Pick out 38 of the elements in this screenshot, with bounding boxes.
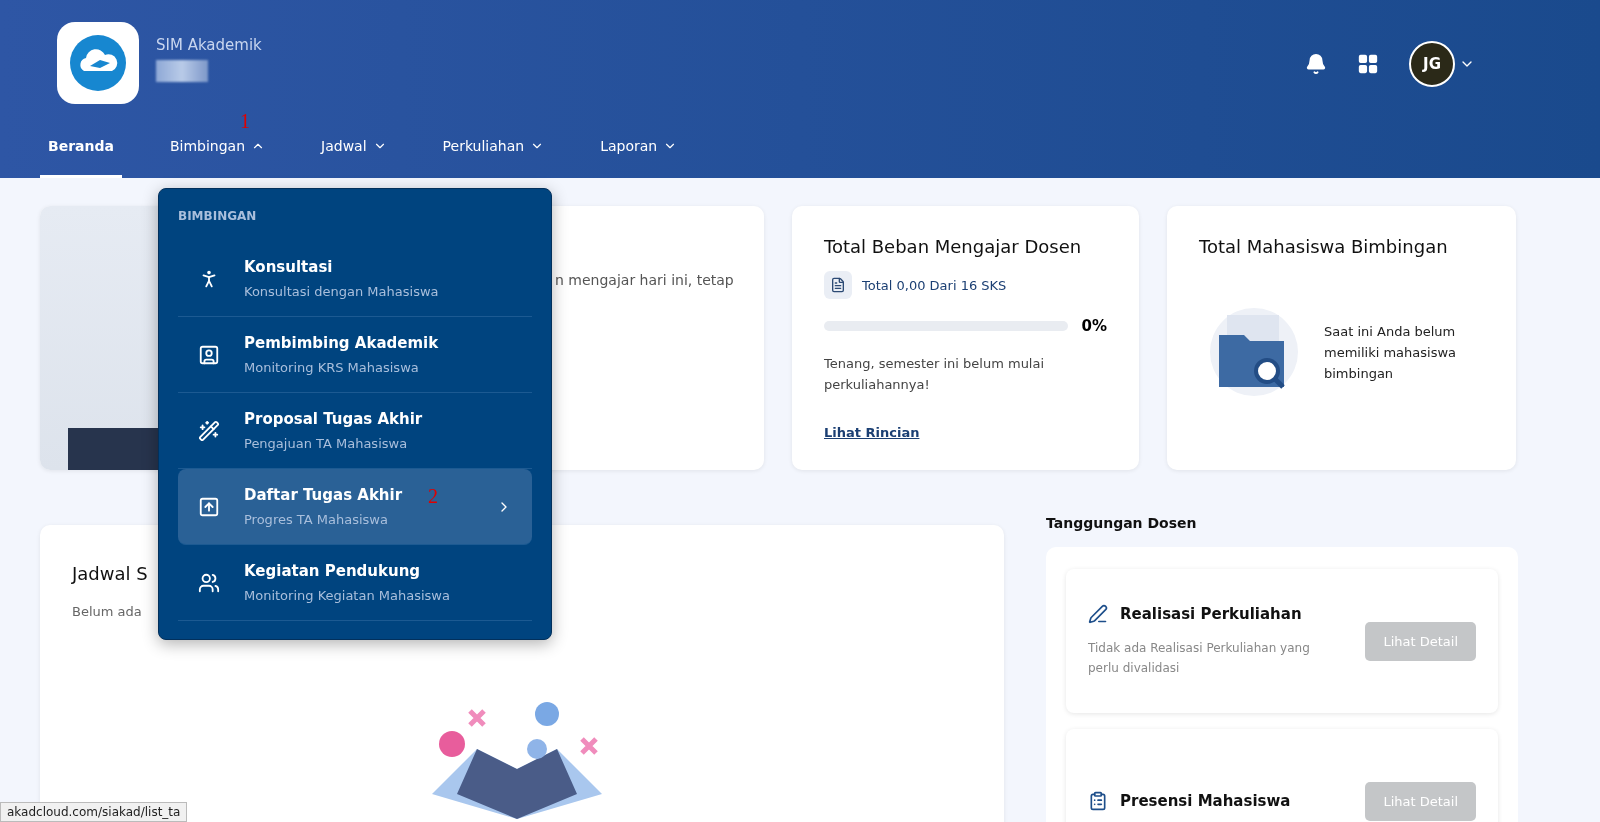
- annotation-number: 2: [428, 485, 438, 508]
- nav-tab[interactable]: Jadwal: [313, 128, 395, 178]
- card-title: Jadwal S: [72, 563, 148, 584]
- nav-tab[interactable]: Beranda: [40, 128, 122, 178]
- notification-bell-icon[interactable]: [1305, 53, 1327, 75]
- nav-tab[interactable]: Laporan: [592, 128, 686, 178]
- section-title: Tanggungan Dosen: [1046, 515, 1198, 531]
- menu-item[interactable]: Kegiatan Pendukung Monitoring Kegiatan Mahasiswa: [178, 545, 532, 621]
- menu-item[interactable]: Pembimbing Akademik Monitoring KRS Mahasiswa: [178, 317, 532, 393]
- schedule-message: Belum ada: [72, 604, 142, 619]
- menu-item[interactable]: Konsultasi Konsultasi dengan Mahasiswa: [178, 241, 532, 317]
- details-link[interactable]: Lihat Rincian: [824, 425, 1107, 440]
- cloud-logo-icon: [70, 35, 126, 91]
- pen-icon: [1088, 604, 1108, 624]
- menu-heading: BIMBINGAN: [178, 209, 258, 223]
- duty-title: Presensi Mahasiswa: [1120, 792, 1291, 810]
- redacted-block: [156, 60, 208, 82]
- load-summary: Total 0,00 Dari 16 SKS: [862, 277, 1007, 293]
- app-name: SIM Akademik: [156, 36, 262, 54]
- load-message: Tenang, semester ini belum mulai perkuliahannya!: [824, 355, 1046, 394]
- menu-item[interactable]: Daftar Tugas Akhir Progres TA Mahasiswa 2: [178, 469, 532, 545]
- progress-reading: 0%: [1081, 317, 1107, 335]
- welcome-text: n mengajar hari ini, tetap: [555, 272, 734, 290]
- document-icon: [824, 271, 852, 299]
- advisees-message: Saat ini Anda belum memiliki mahasiswa bimbingan: [1324, 322, 1458, 383]
- upload-box-icon: [198, 495, 220, 518]
- card-title: Total Mahasiswa Bimbingan: [1199, 236, 1449, 257]
- clipboard-icon: [1088, 791, 1108, 811]
- nav-tab[interactable]: Perkuliahan: [434, 128, 553, 178]
- user-card-icon: [198, 343, 220, 366]
- duty-message: Tidak ada Realisasi Perkuliahan yang perlu divalidasi: [1088, 640, 1311, 677]
- user-avatar[interactable]: JG: [1409, 41, 1455, 87]
- apps-grid-icon[interactable]: [1357, 53, 1379, 75]
- status-bar-url: akadcloud.com/siakad/list_ta: [0, 802, 188, 822]
- people-icon: [198, 571, 220, 594]
- duty-title: Realisasi Perkuliahan: [1120, 605, 1302, 623]
- wand-icon: [198, 419, 220, 442]
- card-title: Total Beban Mengajar Dosen: [824, 236, 1083, 257]
